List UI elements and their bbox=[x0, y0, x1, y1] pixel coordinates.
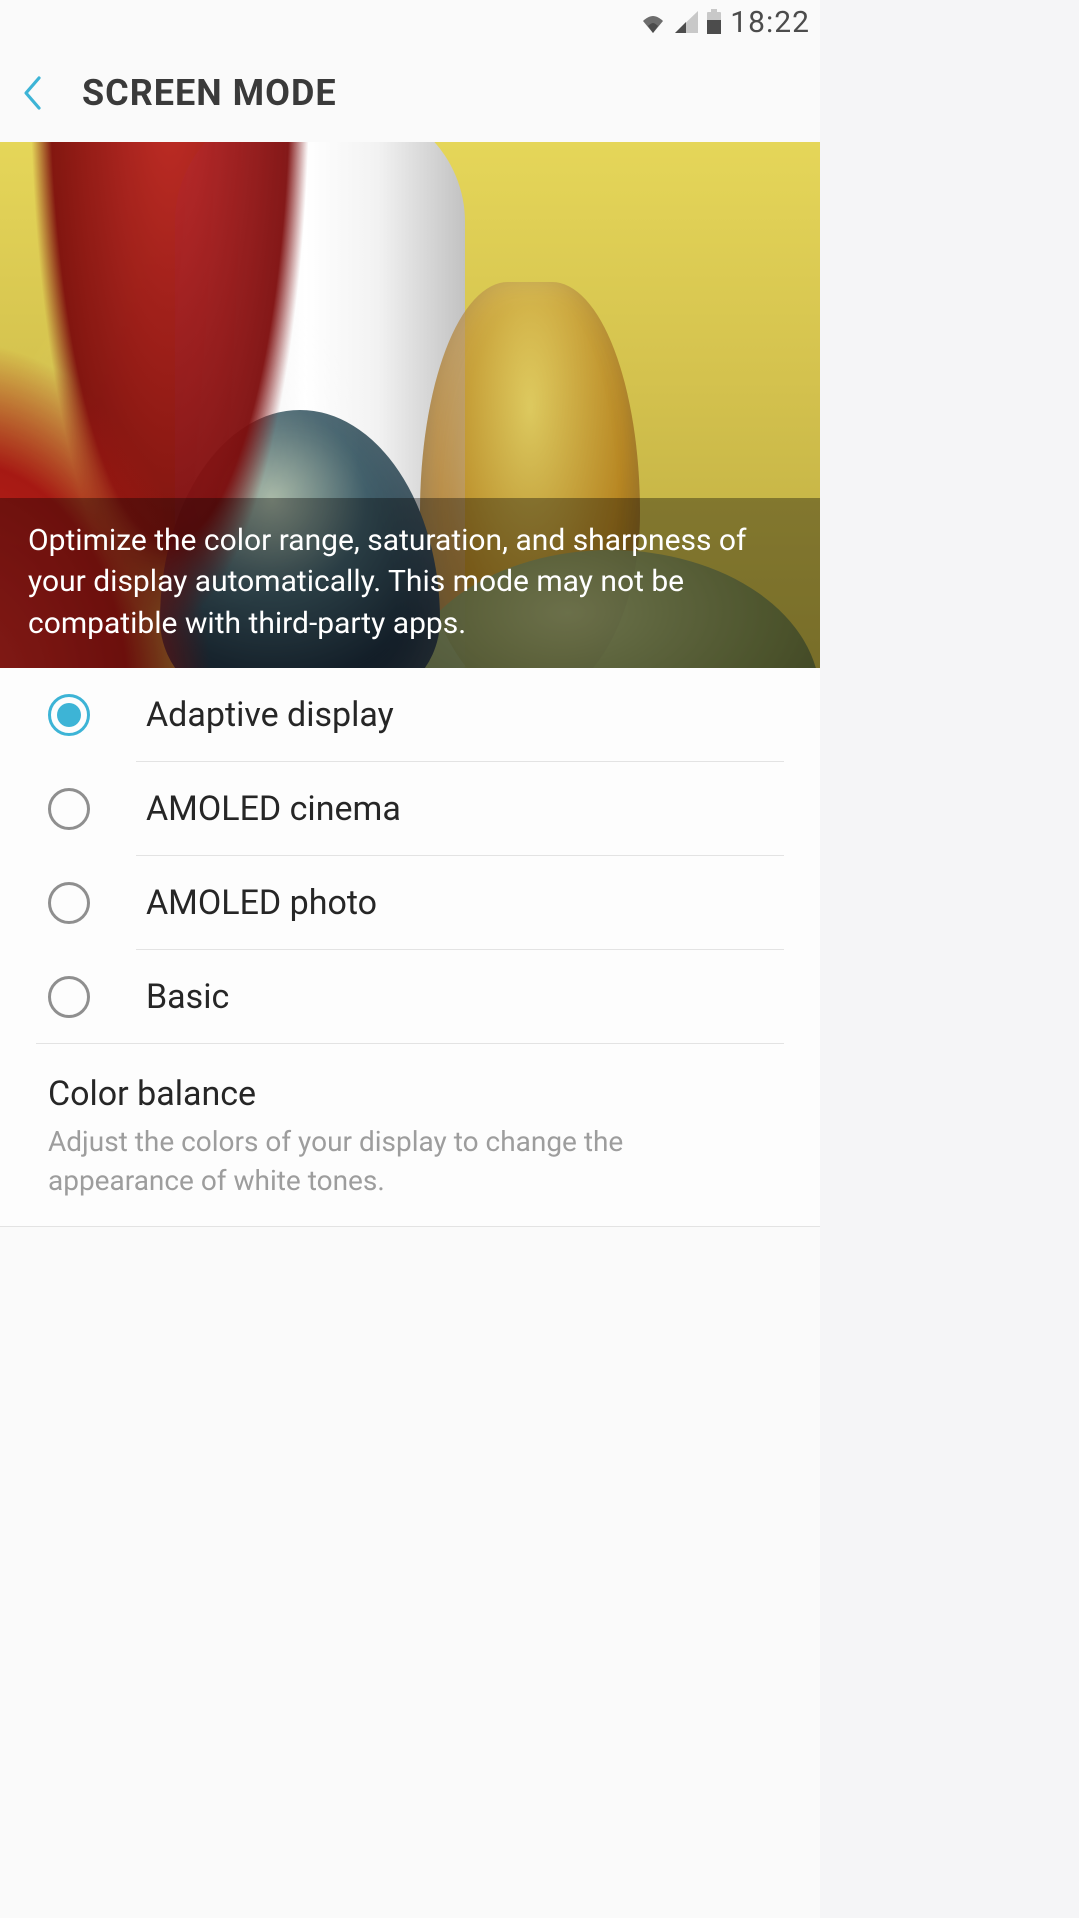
option-label: Adaptive display bbox=[146, 695, 394, 735]
back-button[interactable] bbox=[18, 69, 46, 117]
wifi-icon bbox=[640, 11, 666, 33]
radio-icon bbox=[48, 976, 90, 1018]
chevron-left-icon bbox=[21, 75, 43, 111]
screen-mode-options: Adaptive display AMOLED cinema AMOLED ph… bbox=[0, 668, 820, 1044]
clock: 18:22 bbox=[730, 5, 810, 40]
hero-image: Optimize the color range, saturation, an… bbox=[0, 142, 820, 668]
page-title: SCREEN MODE bbox=[82, 72, 337, 114]
option-label: AMOLED cinema bbox=[146, 789, 401, 829]
option-adaptive-display[interactable]: Adaptive display bbox=[0, 668, 820, 762]
option-label: AMOLED photo bbox=[146, 883, 377, 923]
option-basic[interactable]: Basic bbox=[0, 950, 820, 1044]
radio-icon bbox=[48, 788, 90, 830]
option-amoled-cinema[interactable]: AMOLED cinema bbox=[0, 762, 820, 856]
option-amoled-photo[interactable]: AMOLED photo bbox=[0, 856, 820, 950]
cell-signal-icon bbox=[674, 11, 698, 33]
radio-icon bbox=[48, 882, 90, 924]
status-bar: 18:22 bbox=[0, 0, 820, 44]
color-balance-desc: Adjust the colors of your display to cha… bbox=[48, 1122, 772, 1200]
screen-root: 18:22 SCREEN MODE Optimize the color ran… bbox=[0, 0, 820, 1918]
option-label: Basic bbox=[146, 977, 229, 1017]
battery-icon bbox=[706, 9, 722, 35]
hero-description: Optimize the color range, saturation, an… bbox=[0, 498, 820, 668]
color-balance-title: Color balance bbox=[48, 1074, 772, 1114]
color-balance-item[interactable]: Color balance Adjust the colors of your … bbox=[0, 1044, 820, 1227]
header: SCREEN MODE bbox=[0, 44, 820, 142]
radio-icon bbox=[48, 694, 90, 736]
